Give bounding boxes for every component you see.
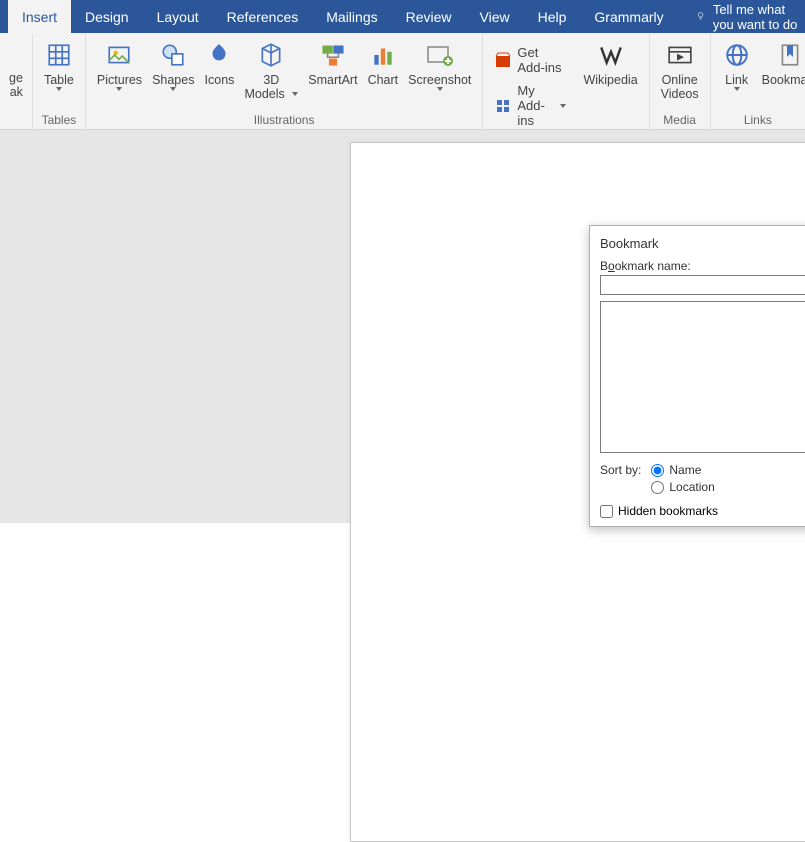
wikipedia-button[interactable]: Wikipedia — [578, 37, 642, 89]
tab-mailings[interactable]: Mailings — [312, 0, 391, 33]
page-break-label-2: ak — [10, 85, 23, 99]
group-tables-label: Tables — [33, 111, 85, 130]
icons-icon — [204, 39, 234, 71]
tab-help[interactable]: Help — [524, 0, 581, 33]
shapes-icon — [158, 39, 188, 71]
bookmark-button[interactable]: Bookmark — [757, 37, 805, 89]
sort-location-radio[interactable]: Location — [651, 480, 714, 494]
screenshot-icon — [425, 39, 455, 71]
get-addins-button[interactable]: Get Add-ins — [489, 43, 572, 77]
hidden-bookmarks-checkbox[interactable]: Hidden bookmarks — [600, 504, 805, 518]
bookmark-name-label: Bookmark name: — [600, 259, 805, 273]
dialog-title: Bookmark — [590, 226, 805, 259]
page-break-label-1: ge — [9, 71, 23, 85]
tab-view[interactable]: View — [466, 0, 524, 33]
chevron-down-icon — [116, 87, 122, 91]
tell-me-label: Tell me what you want to do — [713, 2, 805, 32]
chevron-down-icon — [56, 87, 62, 91]
chevron-down-icon — [170, 87, 176, 91]
store-icon — [495, 52, 511, 68]
addins-icon — [495, 98, 511, 114]
tab-layout[interactable]: Layout — [143, 0, 213, 33]
smartart-button[interactable]: SmartArt — [303, 37, 362, 89]
page-break-button[interactable]: ge ak — [6, 37, 26, 101]
tell-me-search[interactable]: Tell me what you want to do — [696, 2, 805, 32]
chevron-down-icon — [560, 104, 566, 108]
tab-references[interactable]: References — [213, 0, 313, 33]
table-icon — [44, 39, 74, 71]
wikipedia-icon — [596, 39, 626, 71]
bookmark-name-input[interactable] — [600, 275, 805, 295]
screenshot-button[interactable]: Screenshot — [403, 37, 476, 93]
lightbulb-icon — [696, 9, 705, 25]
chevron-down-icon — [734, 87, 740, 91]
icons-button[interactable]: Icons — [199, 37, 239, 89]
link-icon — [722, 39, 752, 71]
pictures-icon — [104, 39, 134, 71]
chevron-down-icon — [437, 87, 443, 91]
sort-name-radio[interactable]: Name — [651, 463, 714, 477]
my-addins-button[interactable]: My Add-ins — [489, 81, 572, 130]
shapes-button[interactable]: Shapes — [147, 37, 199, 93]
group-pages-label — [0, 111, 32, 130]
video-icon — [665, 39, 695, 71]
pictures-button[interactable]: Pictures — [92, 37, 147, 93]
bookmark-list[interactable] — [600, 301, 805, 453]
ribbon-tabs: Insert Design Layout References Mailings… — [0, 0, 805, 33]
online-videos-button[interactable]: Online Videos — [656, 37, 704, 103]
3d-models-button[interactable]: 3D Models — [239, 37, 303, 103]
chevron-down-icon — [292, 92, 298, 96]
chart-icon — [368, 39, 398, 71]
chart-button[interactable]: Chart — [363, 37, 404, 89]
group-links-label: Links — [711, 111, 805, 130]
group-media-label: Media — [650, 111, 710, 130]
tab-grammarly[interactable]: Grammarly — [580, 0, 677, 33]
tab-insert[interactable]: Insert — [8, 0, 71, 33]
link-button[interactable]: Link — [717, 37, 757, 93]
cube-icon — [256, 39, 286, 71]
ribbon: ge ak Table Tables Pictures — [0, 33, 805, 130]
bookmark-dialog: Bookmark Bookmark name: Sort by: Name Lo… — [589, 225, 805, 527]
tab-design[interactable]: Design — [71, 0, 143, 33]
tab-review[interactable]: Review — [392, 0, 466, 33]
sort-by-label: Sort by: — [600, 463, 641, 477]
group-illustrations-label: Illustrations — [86, 111, 482, 130]
smartart-icon — [318, 39, 348, 71]
bookmark-icon — [775, 39, 805, 71]
table-button[interactable]: Table — [39, 37, 79, 93]
